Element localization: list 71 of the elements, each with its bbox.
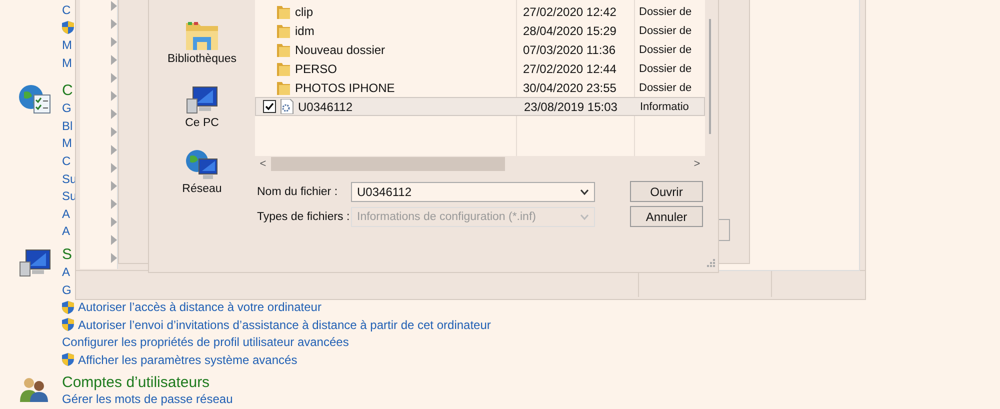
checkbox[interactable]	[263, 100, 276, 113]
computer-icon	[185, 85, 219, 115]
file-date: 27/02/2020 12:44	[522, 62, 618, 76]
file-type: Dossier de	[638, 44, 692, 56]
place-item[interactable]: Réseau	[182, 149, 222, 195]
file-name: PERSO	[295, 62, 338, 76]
settings-link[interactable]: Autoriser l’accès à distance à votre ordinateur	[78, 300, 322, 314]
file-row[interactable]: PERSO 27/02/2020 12:44 Dossier de	[255, 59, 705, 78]
file-name: U0346112	[298, 100, 352, 114]
settings-link[interactable]: Gérer les mots de passe réseau	[62, 392, 233, 406]
settings-link[interactable]: A	[62, 206, 70, 221]
field-label: Types de fichiers :	[257, 210, 351, 222]
settings-link[interactable]: G	[62, 101, 72, 116]
settings-link[interactable]: Bl	[62, 118, 73, 133]
file-type: Informatio	[639, 100, 689, 112]
file-name: PHOTOS IPHONE	[295, 80, 395, 94]
globe-checklist-icon	[18, 84, 52, 116]
file-date: 07/03/2020 11:36	[522, 42, 617, 56]
file-type: Dossier de	[638, 24, 692, 36]
section-heading[interactable]: C	[62, 82, 77, 100]
settings-file-icon	[280, 99, 294, 114]
file-row[interactable]: PHOTOS IPHONE 30/04/2020 23:55 Dossier de	[255, 78, 705, 97]
settings-link[interactable]: G	[62, 282, 72, 297]
file-type: Dossier de	[638, 82, 692, 94]
chevron-down-icon	[580, 188, 589, 194]
settings-link[interactable]: C	[62, 154, 71, 168]
settings-link[interactable]: C	[62, 2, 71, 17]
file-date: 27/02/2020 12:42	[522, 4, 618, 18]
section-heading[interactable]: Comptes d’utilisateurs	[62, 374, 233, 391]
scroll-left-button[interactable]: <	[255, 158, 271, 170]
filename-field[interactable]: U0346112	[351, 182, 595, 202]
place-item[interactable]: Ce PC	[185, 85, 219, 129]
shield-icon	[62, 20, 74, 34]
network-icon	[184, 149, 219, 181]
field-label: Nom du fichier :	[257, 186, 339, 198]
folder-icon	[277, 42, 291, 56]
file-name: Nouveau dossier	[295, 42, 386, 56]
scroll-right-button[interactable]: >	[689, 158, 705, 170]
settings-link[interactable]: Configurer les propriétés de profil utilisateur avancées	[62, 335, 349, 350]
file-row[interactable]: clip 27/02/2020 12:42 Dossier de	[255, 2, 705, 21]
file-row[interactable]: U0346112 23/08/2019 15:03 Informatio	[255, 97, 705, 116]
settings-link[interactable]: M	[62, 38, 72, 52]
file-name: clip	[295, 4, 314, 18]
cancel-button[interactable]: Annuler	[630, 206, 703, 227]
folder-icon	[277, 24, 291, 38]
shield-icon	[62, 318, 74, 332]
settings-link[interactable]: Afficher les paramètres système avancés	[78, 352, 298, 367]
resize-grip-icon[interactable]	[706, 258, 715, 267]
settings-link[interactable]: A	[62, 264, 70, 279]
open-button[interactable]: Ouvrir	[630, 181, 703, 202]
settings-link[interactable]: Autoriser l’envoi d’invitations d’assistance à distance à partir de cet ordinateur	[78, 318, 491, 332]
file-date: 28/04/2020 15:29	[522, 24, 618, 38]
folder-icon	[277, 4, 291, 18]
place-item[interactable]: Bibliothèques	[167, 19, 237, 65]
settings-link[interactable]: M	[62, 136, 72, 150]
file-row[interactable]: Nouveau dossier 07/03/2020 11:36 Dossier de	[255, 40, 705, 59]
settings-link[interactable]: A	[62, 224, 70, 238]
settings-link[interactable]: M	[62, 56, 72, 70]
file-type: Dossier de	[638, 6, 692, 18]
folder-icon	[277, 80, 291, 94]
file-date: 23/08/2019 15:03	[523, 100, 618, 114]
library-folder-icon	[185, 19, 219, 51]
folder-icon	[277, 62, 291, 76]
file-row[interactable]: idm 28/04/2020 15:29 Dossier de	[255, 21, 705, 40]
file-date: 30/04/2020 23:55	[522, 80, 618, 94]
file-type: Dossier de	[638, 62, 692, 74]
file-name: idm	[295, 24, 314, 38]
monitor-icon	[18, 248, 52, 278]
shield-icon	[62, 300, 74, 314]
shield-icon	[62, 353, 74, 366]
chevron-down-icon	[580, 214, 589, 220]
